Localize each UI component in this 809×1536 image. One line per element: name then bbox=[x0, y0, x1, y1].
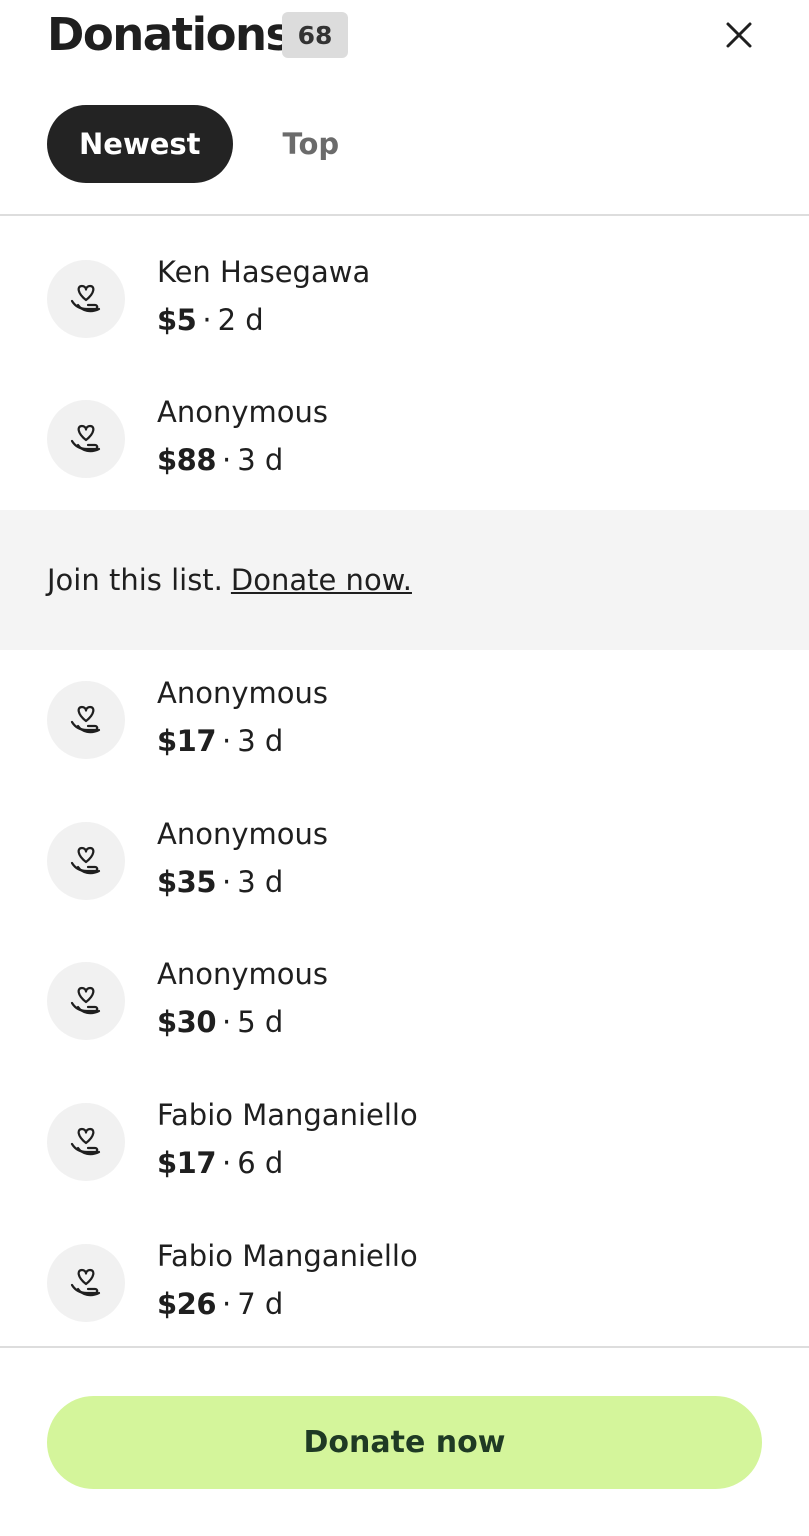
heart-hand-icon bbox=[70, 424, 101, 453]
donation-meta: $35 · 3 d bbox=[157, 862, 283, 902]
donor-name: Anonymous bbox=[157, 957, 328, 991]
donor-name: Anonymous bbox=[157, 676, 328, 710]
donation-item: Anonymous $35 · 3 d bbox=[0, 817, 809, 962]
close-icon bbox=[726, 22, 752, 48]
footer: Donate now bbox=[0, 1346, 809, 1536]
avatar bbox=[47, 681, 125, 759]
donation-amount: $35 bbox=[157, 865, 217, 899]
page-title: Donations bbox=[47, 8, 292, 61]
join-list-banner: Join this list. Donate now. bbox=[0, 510, 809, 650]
count-badge: 68 bbox=[282, 12, 348, 58]
donation-meta: $17 · 6 d bbox=[157, 1143, 283, 1183]
donation-meta: $17 · 3 d bbox=[157, 721, 283, 761]
separator: · bbox=[222, 724, 232, 758]
separator: · bbox=[222, 1146, 232, 1180]
donation-age: 3 d bbox=[237, 724, 284, 758]
donation-amount: $88 bbox=[157, 443, 217, 477]
donation-item: Anonymous $17 · 3 d bbox=[0, 676, 809, 821]
donation-item: Anonymous $30 · 5 d bbox=[0, 957, 809, 1102]
avatar bbox=[47, 260, 125, 338]
close-button[interactable] bbox=[716, 12, 762, 58]
heart-hand-icon bbox=[70, 1127, 101, 1156]
donor-name: Ken Hasegawa bbox=[157, 255, 371, 289]
avatar bbox=[47, 822, 125, 900]
heart-hand-icon bbox=[70, 705, 101, 734]
donation-age: 3 d bbox=[237, 865, 284, 899]
separator: · bbox=[222, 1005, 232, 1039]
donation-age: 5 d bbox=[237, 1005, 284, 1039]
separator: · bbox=[222, 443, 232, 477]
heart-hand-icon bbox=[70, 1268, 101, 1297]
donation-item: Fabio Manganiello $17 · 6 d bbox=[0, 1098, 809, 1243]
tab-bar: Newest Top bbox=[47, 105, 371, 183]
avatar bbox=[47, 962, 125, 1040]
separator: · bbox=[202, 303, 212, 337]
avatar bbox=[47, 400, 125, 478]
donation-age: 7 d bbox=[237, 1287, 284, 1321]
separator: · bbox=[222, 1287, 232, 1321]
donation-amount: $26 bbox=[157, 1287, 217, 1321]
donation-meta: $26 · 7 d bbox=[157, 1284, 283, 1324]
join-text: Join this list. bbox=[47, 563, 223, 597]
donation-meta: $5 · 2 d bbox=[157, 300, 264, 340]
avatar bbox=[47, 1103, 125, 1181]
donation-amount: $30 bbox=[157, 1005, 217, 1039]
donation-age: 2 d bbox=[217, 303, 264, 337]
tab-top[interactable]: Top bbox=[251, 105, 372, 183]
donor-name: Fabio Manganiello bbox=[157, 1239, 418, 1273]
donation-meta: $88 · 3 d bbox=[157, 440, 283, 480]
separator: · bbox=[222, 865, 232, 899]
donation-amount: $17 bbox=[157, 724, 217, 758]
tab-newest[interactable]: Newest bbox=[47, 105, 233, 183]
donor-name: Anonymous bbox=[157, 395, 328, 429]
donor-name: Anonymous bbox=[157, 817, 328, 851]
heart-hand-icon bbox=[70, 846, 101, 875]
donation-item: Ken Hasegawa $5 · 2 d bbox=[0, 255, 809, 400]
heart-hand-icon bbox=[70, 986, 101, 1015]
donation-age: 3 d bbox=[237, 443, 284, 477]
avatar bbox=[47, 1244, 125, 1322]
donation-meta: $30 · 5 d bbox=[157, 1002, 283, 1042]
donate-now-button[interactable]: Donate now bbox=[47, 1396, 762, 1489]
donor-name: Fabio Manganiello bbox=[157, 1098, 418, 1132]
header: Donations 68 Newest Top bbox=[0, 0, 809, 216]
donate-now-link[interactable]: Donate now. bbox=[231, 563, 412, 597]
donation-age: 6 d bbox=[237, 1146, 284, 1180]
heart-hand-icon bbox=[70, 284, 101, 313]
donation-amount: $5 bbox=[157, 303, 197, 337]
donation-amount: $17 bbox=[157, 1146, 217, 1180]
